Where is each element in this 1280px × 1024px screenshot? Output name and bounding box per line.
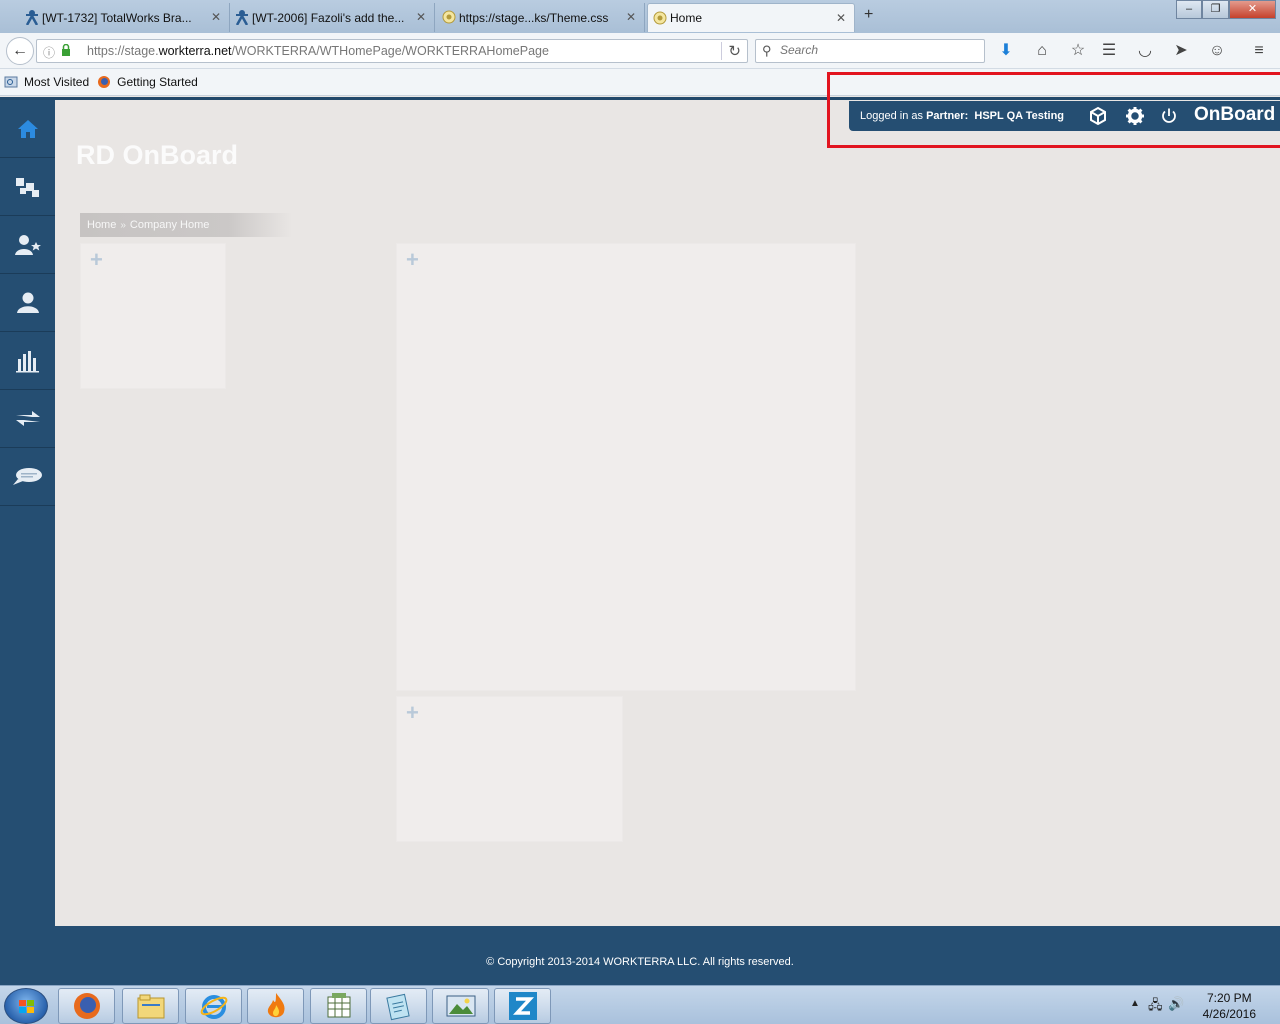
taskbar-z-app[interactable] bbox=[494, 988, 551, 1024]
tab-title: [WT-2006] Fazoli's add the... bbox=[252, 10, 405, 25]
browser-tab-theme-css[interactable]: https://stage...ks/Theme.css ✕ bbox=[437, 3, 645, 32]
taskbar-picture-viewer[interactable] bbox=[432, 988, 489, 1024]
clock[interactable]: 7:20 PM 4/26/2016 bbox=[1203, 990, 1256, 1022]
puzzle-icon bbox=[15, 177, 39, 197]
copyright-text: © Copyright 2013-2014 WORKTERRA LLC. All… bbox=[486, 956, 794, 968]
lock-icon[interactable] bbox=[61, 43, 71, 56]
new-tab-button[interactable]: + bbox=[864, 6, 873, 24]
sidebar-item-reports[interactable] bbox=[0, 332, 55, 390]
widget-panel-large: + bbox=[396, 243, 856, 691]
app-page: RD OnBoard Home » Company Home + + + Log… bbox=[0, 97, 1280, 988]
red-highlight-box bbox=[827, 72, 1280, 148]
breadcrumb-separator: » bbox=[120, 219, 126, 231]
info-icon[interactable]: ⓘ bbox=[43, 44, 55, 61]
tab-title: Home bbox=[670, 11, 703, 25]
breadcrumb-home-link[interactable]: Home bbox=[87, 219, 116, 231]
search-box[interactable]: ⚲ bbox=[755, 39, 985, 63]
send-icon[interactable]: ➤ bbox=[1170, 41, 1192, 61]
bookmark-getting-started[interactable]: Getting Started bbox=[97, 75, 198, 89]
taskbar-spreadsheet[interactable] bbox=[310, 988, 367, 1024]
flame-app-icon bbox=[267, 993, 285, 1018]
home-icon[interactable]: ⌂ bbox=[1031, 41, 1053, 61]
sidebar-item-transfers[interactable] bbox=[0, 390, 55, 448]
close-tab-icon[interactable]: ✕ bbox=[836, 11, 846, 25]
z-app-icon bbox=[508, 992, 537, 1020]
address-bar[interactable]: ⓘ https://stage.workterra.net/WORKTERRA/… bbox=[36, 39, 748, 63]
page-footer: © Copyright 2013-2014 WORKTERRA LLC. All… bbox=[0, 926, 1280, 988]
show-hidden-icons-icon[interactable]: ▲ bbox=[1130, 998, 1140, 1009]
taskbar-explorer[interactable] bbox=[122, 988, 179, 1024]
minimize-window-button[interactable]: – bbox=[1176, 0, 1202, 19]
arrow-left-icon: ← bbox=[12, 42, 28, 59]
restore-window-button[interactable]: ❐ bbox=[1202, 0, 1229, 19]
add-widget-icon[interactable]: + bbox=[406, 701, 419, 725]
reload-icon[interactable]: ↻ bbox=[721, 42, 741, 60]
browser-nav-bar: ← ⓘ https://stage.workterra.net/WORKTERR… bbox=[0, 33, 1280, 69]
widget-panel-bottom: + bbox=[396, 696, 623, 842]
close-tab-icon[interactable]: ✕ bbox=[416, 10, 426, 24]
taskbar-flame-app[interactable] bbox=[247, 988, 304, 1024]
start-button[interactable] bbox=[4, 988, 48, 1024]
widget-panel-small: + bbox=[80, 243, 226, 389]
user-icon bbox=[16, 292, 39, 313]
hello-chat-icon[interactable]: ☺ bbox=[1206, 41, 1228, 61]
taskbar-notepad[interactable] bbox=[370, 988, 427, 1024]
jira-icon bbox=[234, 9, 250, 26]
browser-tab-wt1732[interactable]: [WT-1732] TotalWorks Bra... ✕ bbox=[20, 3, 230, 32]
bookmark-most-visited[interactable]: Most Visited bbox=[4, 75, 89, 89]
page-icon bbox=[441, 9, 457, 25]
picture-viewer-icon bbox=[446, 995, 475, 1017]
add-widget-icon[interactable]: + bbox=[90, 248, 103, 272]
explorer-icon bbox=[137, 994, 164, 1019]
browser-tab-home[interactable]: Home ✕ bbox=[647, 3, 855, 32]
taskbar-firefox[interactable] bbox=[58, 988, 115, 1024]
jira-icon bbox=[24, 9, 40, 26]
sidebar-item-plans[interactable] bbox=[0, 158, 55, 216]
ie-icon bbox=[200, 995, 227, 1019]
tab-title: https://stage...ks/Theme.css bbox=[459, 10, 609, 25]
tab-title: [WT-1732] TotalWorks Bra... bbox=[42, 10, 192, 25]
sidebar-item-users-star[interactable] bbox=[0, 216, 55, 274]
close-tab-icon[interactable]: ✕ bbox=[211, 10, 221, 24]
page-icon bbox=[652, 10, 668, 26]
volume-icon[interactable]: 🔊 bbox=[1168, 996, 1184, 1012]
pocket-icon[interactable]: ◡ bbox=[1134, 41, 1156, 61]
bar-chart-icon bbox=[15, 350, 39, 372]
close-window-button[interactable]: ✕ bbox=[1229, 0, 1276, 19]
app-sidebar bbox=[0, 100, 55, 926]
user-star-icon bbox=[14, 234, 41, 255]
browser-tab-bar: [WT-1732] TotalWorks Bra... ✕ [WT-2006] … bbox=[0, 0, 1280, 33]
sidebar-item-messages[interactable] bbox=[0, 448, 55, 506]
spreadsheet-icon bbox=[327, 993, 350, 1018]
breadcrumb: Home » Company Home bbox=[80, 213, 292, 237]
notepad-icon bbox=[385, 993, 410, 1021]
menu-icon[interactable]: ≡ bbox=[1248, 41, 1270, 61]
back-button[interactable]: ← bbox=[6, 37, 34, 65]
page-title: RD OnBoard bbox=[76, 140, 238, 170]
transfer-arrows-icon bbox=[15, 410, 40, 426]
folder-icon bbox=[4, 75, 18, 89]
chat-bubble-icon bbox=[12, 467, 42, 485]
windows-logo-icon bbox=[19, 1000, 34, 1013]
bookmark-star-icon[interactable]: ☆ bbox=[1067, 41, 1089, 61]
sidebar-item-employees[interactable] bbox=[0, 274, 55, 332]
sidebar-item-home[interactable] bbox=[0, 100, 55, 158]
reading-list-icon[interactable]: ☰ bbox=[1098, 41, 1120, 61]
search-input[interactable] bbox=[780, 43, 976, 57]
taskbar-ie[interactable] bbox=[185, 988, 242, 1024]
browser-tab-wt2006[interactable]: [WT-2006] Fazoli's add the... ✕ bbox=[230, 3, 435, 32]
home-icon bbox=[17, 119, 38, 138]
system-tray: ▲ 🖧 🔊 7:20 PM 4/26/2016 bbox=[1120, 986, 1280, 1024]
windows-taskbar: ▲ 🖧 🔊 7:20 PM 4/26/2016 bbox=[0, 985, 1280, 1024]
firefox-icon bbox=[73, 993, 100, 1019]
network-icon[interactable]: 🖧 bbox=[1148, 996, 1163, 1018]
search-icon: ⚲ bbox=[762, 43, 772, 58]
url-text: https://stage.workterra.net/WORKTERRA/WT… bbox=[87, 44, 549, 58]
firefox-icon bbox=[97, 75, 111, 89]
close-tab-icon[interactable]: ✕ bbox=[626, 10, 636, 24]
breadcrumb-current: Company Home bbox=[129, 219, 210, 231]
download-icon[interactable]: ⬇ bbox=[995, 41, 1017, 61]
add-widget-icon[interactable]: + bbox=[406, 248, 419, 272]
